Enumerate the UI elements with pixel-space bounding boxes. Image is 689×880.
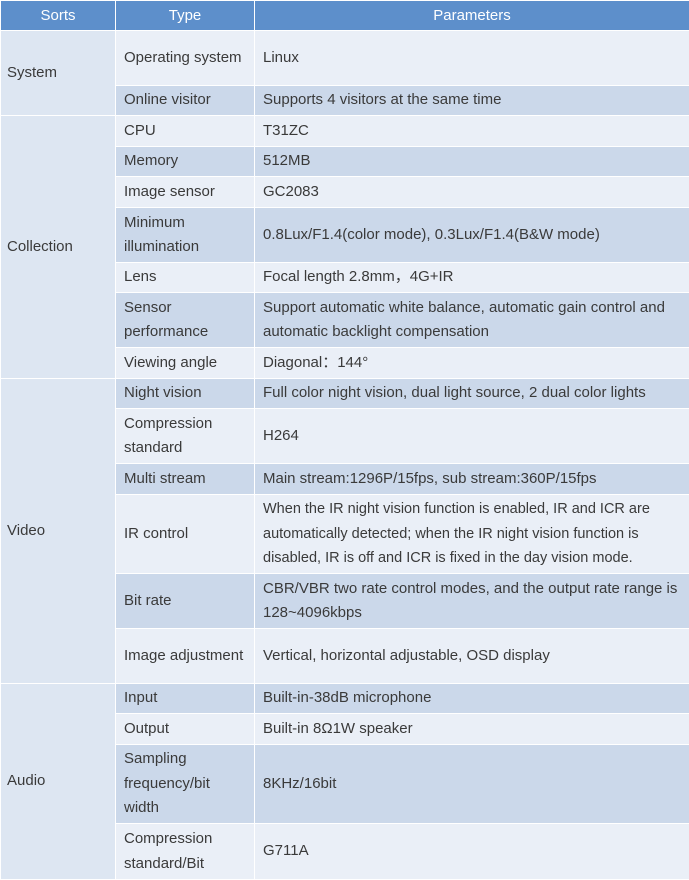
type-cell: CPU (116, 116, 255, 147)
value-cell: T31ZC (255, 116, 689, 147)
value-cell: Support automatic white balance, automat… (255, 293, 689, 348)
value-cell: Diagonal：144° (255, 348, 689, 379)
value-cell: Full color night vision, dual light sour… (255, 379, 689, 409)
table-row: Collection CPU T31ZC (1, 116, 689, 147)
type-cell: Input (116, 684, 255, 714)
type-cell: Operating system (116, 31, 255, 86)
type-cell: Lens (116, 263, 255, 293)
type-cell: Online visitor (116, 86, 255, 116)
value-cell: Main stream:1296P/15fps, sub stream:360P… (255, 464, 689, 495)
type-cell: Memory (116, 147, 255, 177)
type-cell: Image adjustment (116, 629, 255, 684)
value-cell: When the IR night vision function is ena… (255, 495, 689, 574)
value-cell: 0.8Lux/F1.4(color mode), 0.3Lux/F1.4(B&W… (255, 208, 689, 263)
value-cell: Linux (255, 31, 689, 86)
value-cell: Supports 4 visitors at the same time (255, 86, 689, 116)
type-cell: Minimum illumination (116, 208, 255, 263)
table-row: Audio Input Built-in-38dB microphone (1, 684, 689, 714)
type-cell: Compression standard/Bit (116, 824, 255, 880)
type-cell: Multi stream (116, 464, 255, 495)
value-cell: H264 (255, 409, 689, 464)
type-cell: Bit rate (116, 574, 255, 629)
specs-table: Sorts Type Parameters System Operating s… (0, 0, 689, 880)
value-cell: GC2083 (255, 177, 689, 208)
value-cell: Focal length 2.8mm，4G+IR (255, 263, 689, 293)
value-cell: 512MB (255, 147, 689, 177)
value-cell: CBR/VBR two rate control modes, and the … (255, 574, 689, 629)
value-cell: G711A (255, 824, 689, 880)
type-cell: Sampling frequency/bit width (116, 745, 255, 824)
table-row: Video Night vision Full color night visi… (1, 379, 689, 409)
sort-cell-collection: Collection (1, 116, 116, 379)
type-cell: Sensor performance (116, 293, 255, 348)
type-cell: Output (116, 714, 255, 745)
value-cell: Built-in-38dB microphone (255, 684, 689, 714)
type-cell: Night vision (116, 379, 255, 409)
sort-cell-video: Video (1, 379, 116, 684)
header-row: Sorts Type Parameters (1, 1, 689, 31)
value-cell: Built-in 8Ω1W speaker (255, 714, 689, 745)
header-parameters: Parameters (255, 1, 689, 31)
table-row: System Operating system Linux (1, 31, 689, 86)
type-cell: Viewing angle (116, 348, 255, 379)
header-sorts: Sorts (1, 1, 116, 31)
sort-cell-audio: Audio (1, 684, 116, 880)
header-type: Type (116, 1, 255, 31)
sort-cell-system: System (1, 31, 116, 116)
value-cell: 8KHz/16bit (255, 745, 689, 824)
type-cell: IR control (116, 495, 255, 574)
value-cell: Vertical, horizontal adjustable, OSD dis… (255, 629, 689, 684)
type-cell: Compression standard (116, 409, 255, 464)
type-cell: Image sensor (116, 177, 255, 208)
